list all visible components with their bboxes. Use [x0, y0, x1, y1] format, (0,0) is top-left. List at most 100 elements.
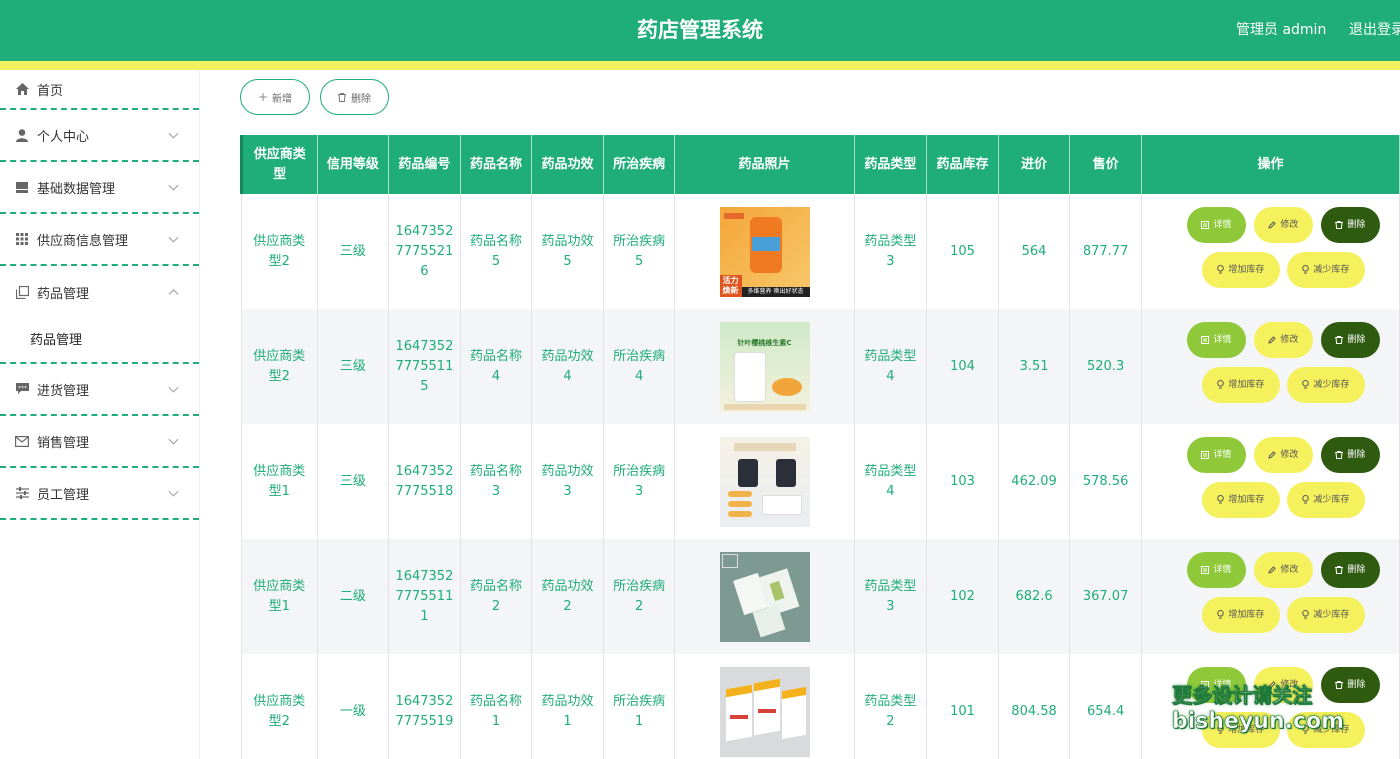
lightbulb-icon: [1217, 380, 1225, 389]
delete-button-label: 删除: [1347, 219, 1366, 230]
decrease-stock-button[interactable]: 减少库存: [1286, 251, 1365, 288]
increase-stock-label: 增加库存: [1228, 379, 1265, 390]
edit-button[interactable]: 修改: [1253, 436, 1313, 473]
submenu-item-medicine[interactable]: 药品管理: [0, 318, 199, 364]
sidebar-item-purchase[interactable]: 进货管理: [0, 364, 199, 416]
pencil-icon: [1268, 565, 1277, 574]
cell-effect: 药品功效4: [531, 309, 604, 424]
medicine-photo[interactable]: 针叶樱桃维生素C: [719, 321, 810, 412]
sidebar-item-staff[interactable]: 员工管理: [0, 468, 199, 520]
delete-button[interactable]: 删除: [1320, 436, 1380, 473]
cell-credit: 三级: [317, 309, 390, 424]
column-header[interactable]: 药品功效: [531, 135, 604, 194]
database-icon: [15, 180, 29, 194]
row-actions: 详情 修改 删除 增加库存 减少库存: [1148, 321, 1393, 412]
detail-button[interactable]: 详情: [1186, 551, 1246, 588]
cell-disease: 所治疾病1: [603, 654, 676, 759]
photo-text: 活力: [722, 275, 739, 285]
table-row: 供应商类型2 三级 16473527775521 6 药品名称5 药品功效5 所…: [241, 194, 1400, 309]
cell-name: 药品名称4: [460, 309, 533, 424]
column-header[interactable]: 药品名称: [460, 135, 533, 194]
document-icon: [1201, 450, 1210, 459]
detail-button[interactable]: 详情: [1186, 321, 1246, 358]
photo-text: 多维营养 唤出好状态: [741, 286, 810, 297]
increase-stock-button[interactable]: 增加库存: [1201, 251, 1280, 288]
cell-category: 药品类型3: [854, 194, 928, 309]
lightbulb-icon: [1302, 265, 1310, 274]
column-header[interactable]: 进价: [998, 135, 1071, 194]
increase-stock-button[interactable]: 增加库存: [1201, 596, 1280, 633]
column-header[interactable]: 药品库存: [926, 135, 999, 194]
cell-supplier-type: 供应商类型1: [241, 539, 318, 654]
sidebar-item-profile[interactable]: 个人中心: [0, 110, 199, 162]
cell-stock: 102: [926, 539, 999, 654]
watermark: 更多设计请关注 bisheyun.com: [1172, 682, 1400, 736]
chevron-down-icon: [168, 128, 179, 139]
decrease-stock-button[interactable]: 减少库存: [1286, 481, 1365, 518]
column-header[interactable]: 供应商类型: [240, 135, 318, 194]
trash-icon: [1335, 450, 1344, 459]
cell-cost: 804.58: [998, 654, 1071, 759]
edit-button[interactable]: 修改: [1253, 551, 1313, 588]
increase-stock-label: 增加库存: [1228, 264, 1265, 275]
sidebar: 首页 个人中心 基础数据管理 供应商信息管理 药品管理 药品管理 进货管理 销售…: [0, 70, 200, 759]
cell-effect: 药品功效3: [531, 424, 604, 539]
delete-button[interactable]: 删除: [1320, 321, 1380, 358]
chevron-down-icon: [168, 382, 179, 393]
medicine-photo[interactable]: [719, 551, 810, 642]
column-header[interactable]: 药品编号: [388, 135, 461, 194]
document-icon: [1201, 220, 1210, 229]
decrease-stock-label: 减少库存: [1313, 609, 1350, 620]
decrease-stock-button[interactable]: 减少库存: [1286, 596, 1365, 633]
pencil-icon: [1268, 335, 1277, 344]
sidebar-item-home[interactable]: 首页: [0, 70, 199, 110]
increase-stock-label: 增加库存: [1228, 494, 1265, 505]
add-button[interactable]: + 新增: [240, 79, 310, 115]
increase-stock-button[interactable]: 增加库存: [1201, 366, 1280, 403]
sidebar-item-supplier[interactable]: 供应商信息管理: [0, 214, 199, 266]
lightbulb-icon: [1302, 610, 1310, 619]
cell-cost: 3.51: [998, 309, 1071, 424]
column-header[interactable]: 售价: [1069, 135, 1142, 194]
copy-icon: [15, 285, 29, 299]
medicine-photo[interactable]: 活力 焕新 多维营养 唤出好状态: [719, 206, 810, 297]
cell-supplier-type: 供应商类型1: [241, 424, 318, 539]
trash-icon: [1335, 565, 1344, 574]
document-icon: [1201, 335, 1210, 344]
logout-link[interactable]: 退出登录: [1349, 0, 1400, 61]
cell-effect: 药品功效5: [531, 194, 604, 309]
edit-button[interactable]: 修改: [1253, 206, 1313, 243]
delete-button-label: 删除: [1347, 449, 1366, 460]
column-header[interactable]: 操作: [1141, 135, 1400, 194]
sliders-icon: [15, 486, 29, 500]
lightbulb-icon: [1217, 610, 1225, 619]
decrease-stock-button[interactable]: 减少库存: [1286, 366, 1365, 403]
document-icon: [1201, 565, 1210, 574]
cell-category: 药品类型4: [854, 424, 928, 539]
column-header[interactable]: 信用等级: [317, 135, 390, 194]
chevron-down-icon: [168, 180, 179, 191]
detail-button-label: 详情: [1213, 449, 1232, 460]
edit-button[interactable]: 修改: [1253, 321, 1313, 358]
trash-icon: [338, 92, 346, 102]
batch-delete-button[interactable]: 删除: [320, 79, 389, 115]
column-header[interactable]: 药品照片: [674, 135, 855, 194]
medicine-photo[interactable]: [719, 666, 810, 757]
column-header[interactable]: 所治疾病: [603, 135, 676, 194]
detail-button-label: 详情: [1213, 564, 1232, 575]
detail-button[interactable]: 详情: [1186, 206, 1246, 243]
sidebar-item-medicine[interactable]: 药品管理: [0, 266, 199, 318]
cell-supplier-type: 供应商类型2: [241, 309, 318, 424]
sidebar-item-basedata[interactable]: 基础数据管理: [0, 162, 199, 214]
increase-stock-button[interactable]: 增加库存: [1201, 481, 1280, 518]
detail-button[interactable]: 详情: [1186, 436, 1246, 473]
cell-supplier-type: 供应商类型2: [241, 194, 318, 309]
medicine-photo[interactable]: [719, 436, 810, 527]
detail-button-label: 详情: [1213, 219, 1232, 230]
delete-button[interactable]: 删除: [1320, 551, 1380, 588]
cell-disease: 所治疾病3: [603, 424, 676, 539]
sidebar-item-sales[interactable]: 销售管理: [0, 416, 199, 468]
lightbulb-icon: [1217, 265, 1225, 274]
column-header[interactable]: 药品类型: [854, 135, 928, 194]
delete-button[interactable]: 删除: [1320, 206, 1380, 243]
